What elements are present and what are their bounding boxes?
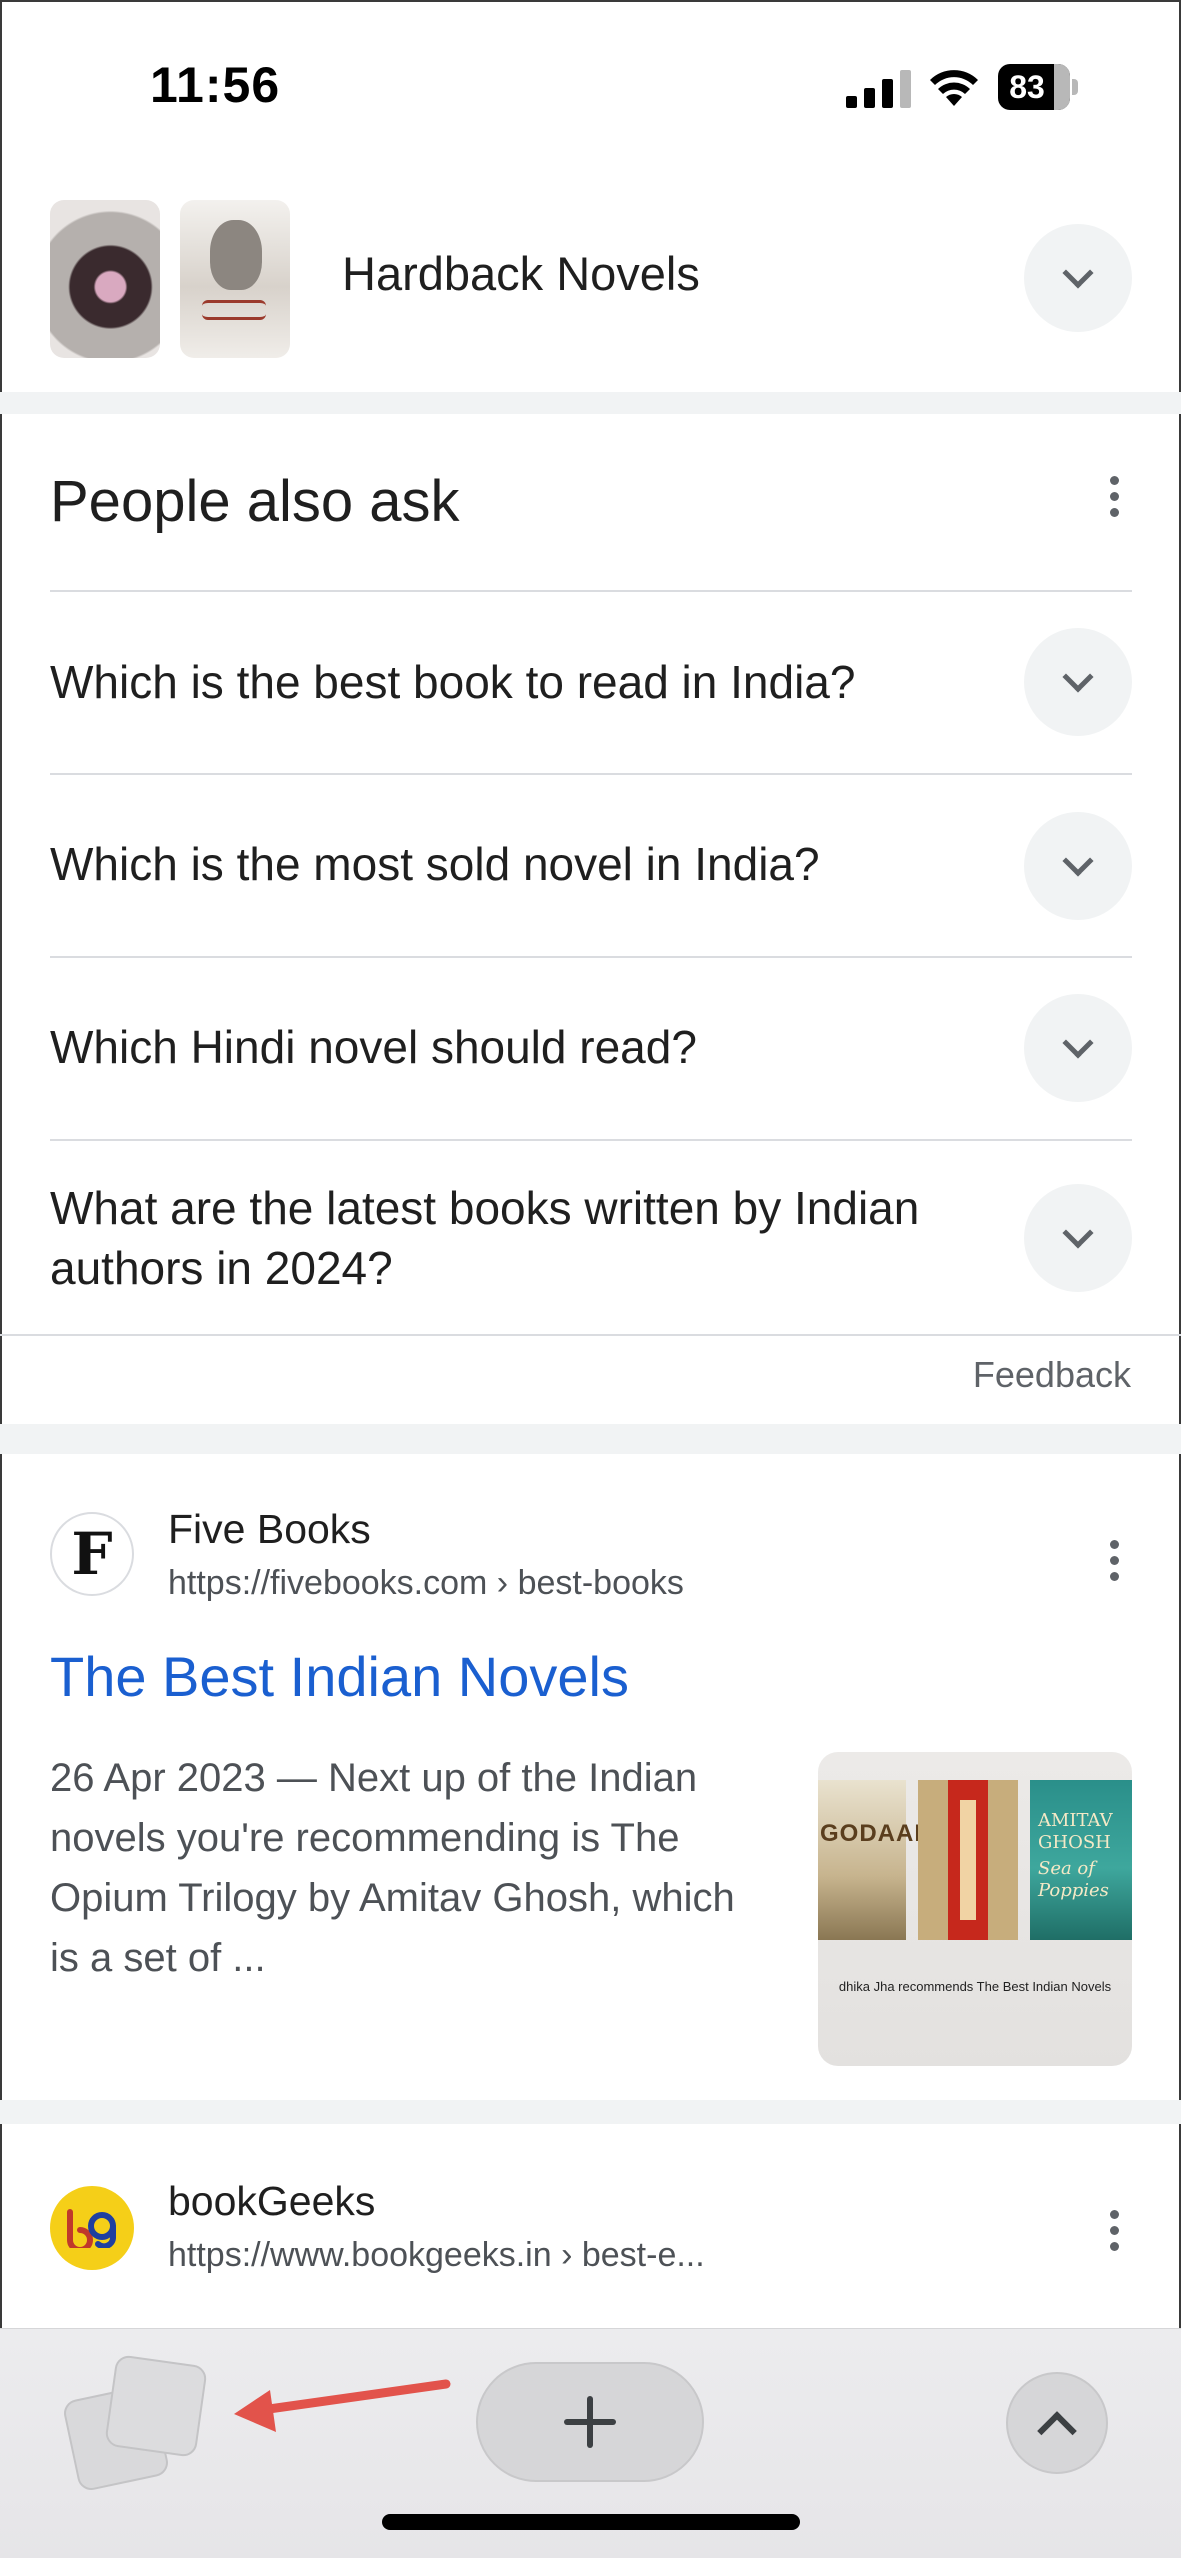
site-name[interactable]: bookGeeks <box>168 2178 375 2225</box>
site-name[interactable]: Five Books <box>168 1506 371 1553</box>
people-also-ask-heading: People also ask <box>50 469 460 534</box>
site-url[interactable]: https://www.bookgeeks.in › best-e... <box>168 2236 705 2275</box>
divider <box>0 1334 1181 1336</box>
chevron-down-icon <box>1062 845 1094 877</box>
expand-question-button[interactable] <box>1024 1184 1132 1292</box>
chevron-up-icon <box>1037 2411 1077 2451</box>
section-divider <box>0 1424 1181 1454</box>
plus-icon <box>564 2396 616 2448</box>
divider <box>50 590 1132 592</box>
chevron-down-icon <box>1062 257 1094 289</box>
chevron-down-icon <box>1062 1217 1094 1249</box>
chevron-down-icon <box>1062 1027 1094 1059</box>
battery-level: 83 <box>1009 69 1045 105</box>
divider <box>50 773 1132 775</box>
more-options-icon[interactable] <box>1094 1530 1134 1590</box>
book-cover-thumbnail <box>50 200 160 358</box>
site-favicon: F <box>50 1512 134 1596</box>
new-tab-button[interactable] <box>476 2362 704 2482</box>
result-thumbnail-image[interactable]: GODAAN AMITAV GHOSH Sea of Poppies dhika… <box>818 1752 1132 2066</box>
topic-title: Hardback Novels <box>342 247 700 300</box>
expand-question-button[interactable] <box>1024 628 1132 736</box>
cellular-signal-icon <box>846 70 911 108</box>
home-indicator <box>382 2514 800 2530</box>
expand-question-button[interactable] <box>1024 994 1132 1102</box>
paa-question[interactable]: Which is the best book to read in India? <box>50 652 990 712</box>
related-topic-card[interactable]: Hardback Novels <box>0 190 1181 390</box>
battery-icon: 83 <box>998 64 1078 110</box>
scroll-to-top-button[interactable] <box>1006 2372 1108 2474</box>
expand-question-button[interactable] <box>1024 812 1132 920</box>
more-options-icon[interactable] <box>1094 2200 1134 2260</box>
book-cover: AMITAV GHOSH Sea of Poppies <box>1030 1780 1132 1940</box>
annotation-arrow <box>234 2379 451 2432</box>
status-time: 11:56 <box>150 57 281 113</box>
image-caption: dhika Jha recommends The Best Indian Nov… <box>838 1979 1112 1994</box>
divider <box>50 1139 1132 1141</box>
site-url[interactable]: https://fivebooks.com › best-books <box>168 1564 684 1603</box>
feedback-link[interactable]: Feedback <box>973 1354 1131 1396</box>
expand-topic-button[interactable] <box>1024 224 1132 332</box>
more-options-icon[interactable] <box>1094 466 1134 526</box>
status-bar: 11:56 83 <box>0 0 1181 170</box>
divider <box>50 956 1132 958</box>
section-divider <box>0 2100 1181 2124</box>
paa-question[interactable]: Which Hindi novel should read? <box>50 1017 990 1077</box>
site-favicon <box>50 2186 134 2270</box>
bookgeeks-logo <box>67 2209 116 2248</box>
paa-question[interactable]: Which is the most sold novel in India? <box>50 834 990 894</box>
result-title-link[interactable]: The Best Indian Novels <box>50 1644 629 1709</box>
tabs-icon[interactable] <box>61 2354 220 2493</box>
chevron-down-icon <box>1062 661 1094 693</box>
result-snippet: 26 Apr 2023 — Next up of the Indian nove… <box>50 1756 735 1980</box>
paa-question[interactable]: What are the latest books written by Ind… <box>50 1178 990 1298</box>
book-cover-thumbnail <box>180 200 290 358</box>
section-divider <box>0 392 1181 414</box>
book-cover <box>918 1780 1018 1940</box>
wifi-icon <box>930 70 978 106</box>
book-cover: GODAAN <box>818 1780 932 1940</box>
